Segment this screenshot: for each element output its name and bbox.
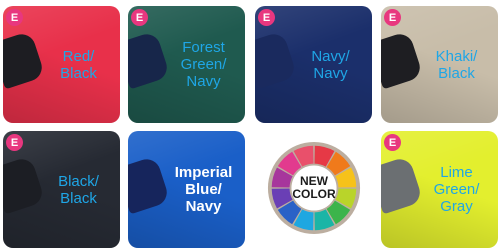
- e-badge-icon: E: [6, 9, 23, 26]
- color-swatch-3[interactable]: Navy/ Navy E: [255, 6, 372, 123]
- color-name-label: Lime Green/ Gray: [433, 164, 480, 215]
- color-name-label: Navy/ Navy: [311, 47, 350, 82]
- e-badge-icon: E: [6, 134, 23, 151]
- e-badge-icon: E: [131, 9, 148, 26]
- color-name-label: Imperial Blue/ Navy: [174, 164, 233, 215]
- color-name-label: Black/ Black: [58, 172, 99, 207]
- color-swatch-6[interactable]: Imperial Blue/ Navy: [128, 131, 245, 248]
- color-swatch-4[interactable]: Khaki/ Black E: [381, 6, 498, 123]
- color-swatch-1[interactable]: Red/ Black E: [3, 6, 120, 123]
- color-swatch-8[interactable]: Lime Green/ Gray E: [381, 131, 498, 248]
- color-name-label: Khaki/ Black: [435, 47, 478, 82]
- color-name-label: Red/ Black: [60, 47, 97, 82]
- e-badge-icon: E: [384, 134, 401, 151]
- color-swatch-5[interactable]: Black/ Black E: [3, 131, 120, 248]
- new-color-label: NEW COLOR: [292, 174, 336, 201]
- color-swatch-2[interactable]: Forest Green/ Navy E: [128, 6, 245, 123]
- color-name-label: Forest Green/ Navy: [180, 39, 227, 90]
- e-badge-icon: E: [384, 9, 401, 26]
- color-swatch-7[interactable]: NEW COLOR: [255, 131, 372, 248]
- e-badge-icon: E: [258, 9, 275, 26]
